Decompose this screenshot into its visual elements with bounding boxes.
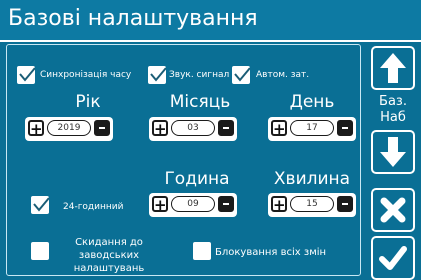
minus-button[interactable] xyxy=(337,196,353,212)
page-label-line1: Баз. xyxy=(379,94,407,109)
day-value: 17 xyxy=(290,120,334,136)
minus-button[interactable] xyxy=(337,120,353,136)
minute-label: Хвилина xyxy=(273,169,351,189)
page-down-button[interactable] xyxy=(371,130,415,174)
cancel-button[interactable] xyxy=(371,188,415,232)
auto-off-checkbox[interactable] xyxy=(232,66,250,84)
page-title: Базові налаштування xyxy=(8,6,258,31)
settings-panel: Синхронізація часу Звук. сигнал Автом. з… xyxy=(6,44,361,276)
beep-label: Звук. сигнал xyxy=(169,70,230,80)
page-up-button[interactable] xyxy=(371,46,415,90)
side-actions xyxy=(369,184,417,280)
side-nav: Баз. Наб xyxy=(369,46,417,174)
auto-off-label: Автом. зат. xyxy=(256,70,310,80)
close-icon xyxy=(380,197,406,223)
plus-button[interactable]: + xyxy=(152,120,168,137)
hour-value: 09 xyxy=(171,196,215,212)
arrow-down-icon xyxy=(380,137,406,167)
arrow-up-icon xyxy=(380,53,406,83)
page-label-line2: Наб xyxy=(380,110,406,125)
time-sync-checkbox[interactable] xyxy=(17,66,35,84)
year-stepper: + 2019 xyxy=(25,117,113,141)
minus-button[interactable] xyxy=(94,120,110,136)
day-stepper: + 17 xyxy=(268,117,356,141)
year-value: 2019 xyxy=(47,120,91,136)
plus-button[interactable]: + xyxy=(271,196,287,213)
checkmark-icon xyxy=(19,67,35,82)
hour-24-checkbox[interactable] xyxy=(31,196,49,214)
plus-button[interactable]: + xyxy=(152,196,168,213)
beep-checkbox[interactable] xyxy=(148,66,166,84)
hour-label: Година xyxy=(164,169,230,189)
confirm-button[interactable] xyxy=(371,236,415,280)
month-value: 03 xyxy=(171,120,215,136)
title-bar: Базові налаштування xyxy=(0,0,421,42)
month-stepper: + 03 xyxy=(149,117,237,141)
checkmark-icon xyxy=(150,67,166,82)
hour-stepper: + 09 xyxy=(149,193,237,217)
lock-changes-checkbox[interactable] xyxy=(193,242,211,260)
plus-button[interactable]: + xyxy=(271,120,287,137)
day-label: День xyxy=(289,92,335,112)
year-label: Рік xyxy=(75,92,101,112)
time-sync-label: Синхронізація часу xyxy=(40,70,132,80)
factory-reset-checkbox[interactable] xyxy=(31,242,49,260)
hour-24-label: 24-годинний xyxy=(63,202,124,212)
minus-button[interactable] xyxy=(218,196,234,212)
minute-stepper: + 15 xyxy=(268,193,356,217)
factory-reset-label: Скидання до заводських налаштувань xyxy=(73,237,145,274)
minute-value: 15 xyxy=(290,196,334,212)
checkmark-icon xyxy=(33,197,49,212)
minus-button[interactable] xyxy=(218,120,234,136)
checkmark-icon xyxy=(234,67,250,82)
plus-button[interactable]: + xyxy=(28,120,44,137)
lock-changes-label: Блокування всіх змін xyxy=(215,247,327,258)
check-icon xyxy=(379,246,407,270)
month-label: Місяць xyxy=(169,92,231,112)
